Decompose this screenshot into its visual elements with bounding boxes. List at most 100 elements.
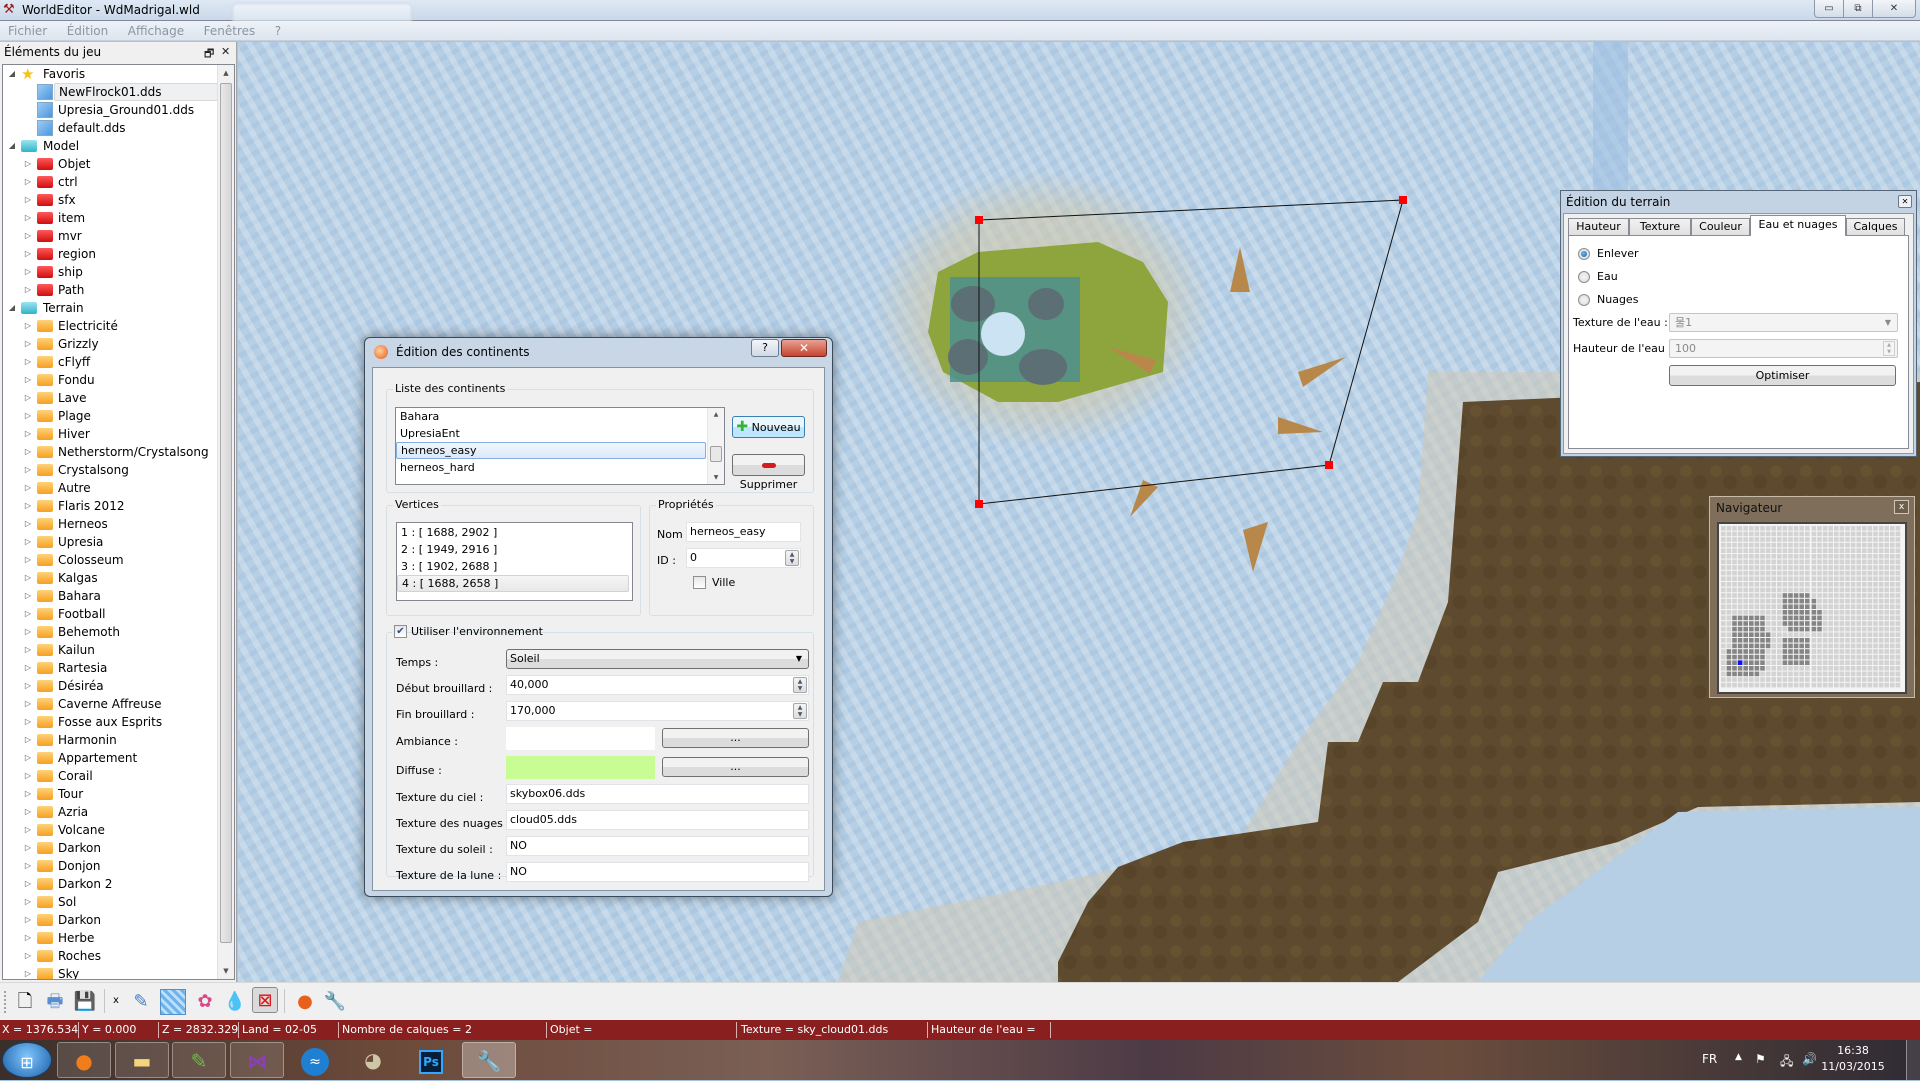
tree-item[interactable]: ▷ Football [3,605,234,623]
tree-item[interactable]: ▷ Darkon 2 [3,875,234,893]
collapsed-arrow-icon[interactable]: ▷ [23,191,33,209]
tree-item[interactable]: ▷ Kailun [3,641,234,659]
collapsed-arrow-icon[interactable]: ▷ [23,911,33,929]
radio-eau[interactable] [1578,271,1590,283]
tree-item[interactable]: ▷ Herbe [3,929,234,947]
collapsed-arrow-icon[interactable]: ▷ [23,587,33,605]
water-icon[interactable]: 💧 [222,989,248,1015]
terrain-color-icon[interactable]: ✿ [192,989,218,1015]
save-icon[interactable]: 💾 [72,989,98,1015]
tree-item[interactable]: ▷ Désiréa [3,677,234,695]
tree-item[interactable]: ▷ Azria [3,803,234,821]
tree-item[interactable]: ▷ Darkon [3,839,234,857]
radio-nuages[interactable] [1578,294,1590,306]
continent-listbox[interactable]: Bahara UpresiaEnt herneos_easy herneos_h… [395,407,725,485]
tree-item[interactable]: ▷ Bahara [3,587,234,605]
tree-item[interactable]: ▷ Fosse aux Esprits [3,713,234,731]
game-elements-tree[interactable]: ◢ ★ Favoris NewFlrock01.dds Upresia_Ground01… [2,64,235,980]
menu-fenetres[interactable]: Fenêtres [196,21,264,38]
collapsed-arrow-icon[interactable]: ▷ [23,695,33,713]
spin-arrows[interactable]: ▲ ▼ [793,677,807,693]
tree-item[interactable]: ▷ Roches [3,947,234,965]
collapsed-arrow-icon[interactable]: ▷ [23,731,33,749]
system-clock[interactable]: 16:38 11/03/2015 [1818,1043,1888,1075]
menu-edition[interactable]: Édition [59,21,117,38]
continent-item[interactable]: herneos_hard [396,459,724,476]
help-button[interactable]: ? [751,339,779,357]
start-button[interactable]: ⊞ [2,1042,52,1078]
collapsed-arrow-icon[interactable]: ▷ [23,749,33,767]
new-continent-button[interactable]: ✚ Nouveau [732,416,805,438]
collapsed-arrow-icon[interactable]: ▷ [23,371,33,389]
collapsed-arrow-icon[interactable]: ▷ [23,263,33,281]
collapsed-arrow-icon[interactable]: ▷ [23,173,33,191]
collapsed-arrow-icon[interactable]: ▷ [23,281,33,299]
collapsed-arrow-icon[interactable]: ▷ [23,605,33,623]
taskbar-worldeditor[interactable]: 🔧 [462,1042,516,1078]
vertices-listbox[interactable]: 1 : [ 1688, 2902 ] 2 : [ 1949, 2916 ] 3 … [396,522,633,601]
continent-list-scrollbar[interactable]: ▲ ▼ [707,408,724,484]
tree-item[interactable]: ▷ mvr [3,227,234,245]
tree-item[interactable]: ◢ Model [3,137,234,155]
spin-arrows[interactable]: ▲ ▼ [1883,341,1895,356]
collapsed-arrow-icon[interactable]: ▷ [23,785,33,803]
tree-item[interactable]: ▷ Flaris 2012 [3,497,234,515]
tree-item[interactable]: ▷ Lave [3,389,234,407]
tree-item[interactable]: ▷ ctrl [3,173,234,191]
taskbar-openoffice[interactable]: ≈ [288,1042,342,1078]
continent-edit-icon[interactable]: ⊠ [252,987,278,1013]
continent-item-selected[interactable]: herneos_easy [396,442,706,459]
spin-arrows[interactable]: ▲ ▼ [793,703,807,719]
tree-scrollbar[interactable]: ▲ ▼ [217,65,234,979]
name-input[interactable]: herneos_easy [686,522,801,542]
vertex-handle[interactable] [975,500,983,508]
continent-item[interactable]: Bahara [396,408,724,425]
close-dock-icon[interactable]: ✕ [221,45,230,58]
tree-item[interactable]: ▷ Sky [3,965,234,979]
collapsed-arrow-icon[interactable]: ▷ [23,929,33,947]
cloud-texture-input[interactable]: cloud05.dds [506,810,809,830]
environment-icon[interactable]: ● [292,989,318,1015]
scroll-thumb[interactable] [710,446,722,462]
tree-item[interactable]: ▷ Donjon [3,857,234,875]
tree-item[interactable]: ▷ Netherstorm/Crystalsong [3,443,234,461]
collapsed-arrow-icon[interactable]: ▷ [23,659,33,677]
collapsed-arrow-icon[interactable]: ▷ [23,389,33,407]
id-spinbox[interactable]: 0 ▲ ▼ [686,548,801,568]
collapsed-arrow-icon[interactable]: ▷ [23,767,33,785]
menu-help[interactable]: ? [267,21,289,38]
tree-item[interactable]: ▷ Plage [3,407,234,425]
scroll-thumb[interactable] [220,83,232,943]
collapsed-arrow-icon[interactable]: ▷ [23,497,33,515]
collapsed-arrow-icon[interactable]: ▷ [23,407,33,425]
tab-couleur[interactable]: Couleur [1691,218,1750,235]
tree-item[interactable]: ▷ Colosseum [3,551,234,569]
optimize-button[interactable]: Optimiser [1669,365,1896,386]
action-center-flag-icon[interactable]: ⚑ [1755,1052,1766,1066]
network-icon[interactable]: 🖧 [1780,1052,1793,1073]
vertex-handle[interactable] [1325,461,1333,469]
expanded-arrow-icon[interactable]: ◢ [7,65,17,83]
taskbar-gimp[interactable]: ◕ [346,1042,400,1078]
environment-toggle[interactable]: ✔ Utiliser l'environnement [392,624,543,640]
vertex-item[interactable]: 2 : [ 1949, 2916 ] [397,541,632,558]
collapsed-arrow-icon[interactable]: ▷ [23,155,33,173]
menu-fichier[interactable]: Fichier [0,21,55,38]
restore-button[interactable]: ⧉ [1843,0,1873,18]
collapsed-arrow-icon[interactable]: ▷ [23,947,33,965]
volume-icon[interactable]: 🔊 [1802,1052,1817,1066]
collapsed-arrow-icon[interactable]: ▷ [23,821,33,839]
vertex-item[interactable]: 3 : [ 1902, 2688 ] [397,558,632,575]
tree-item[interactable]: ▷ Grizzly [3,335,234,353]
tree-item[interactable]: ▷ Upresia [3,533,234,551]
collapsed-arrow-icon[interactable]: ▷ [23,551,33,569]
tree-item[interactable]: ▷ ship [3,263,234,281]
radio-enlever[interactable] [1578,248,1590,260]
collapsed-arrow-icon[interactable]: ▷ [23,425,33,443]
weather-dropdown[interactable]: Soleil ▼ [506,649,809,669]
toolbar-grip[interactable] [4,991,7,1013]
collapsed-arrow-icon[interactable]: ▷ [23,713,33,731]
vertex-item-selected[interactable]: 4 : [ 1688, 2658 ] [397,575,629,592]
collapsed-arrow-icon[interactable]: ▷ [23,353,33,371]
tree-item[interactable]: ▷ Darkon [3,911,234,929]
